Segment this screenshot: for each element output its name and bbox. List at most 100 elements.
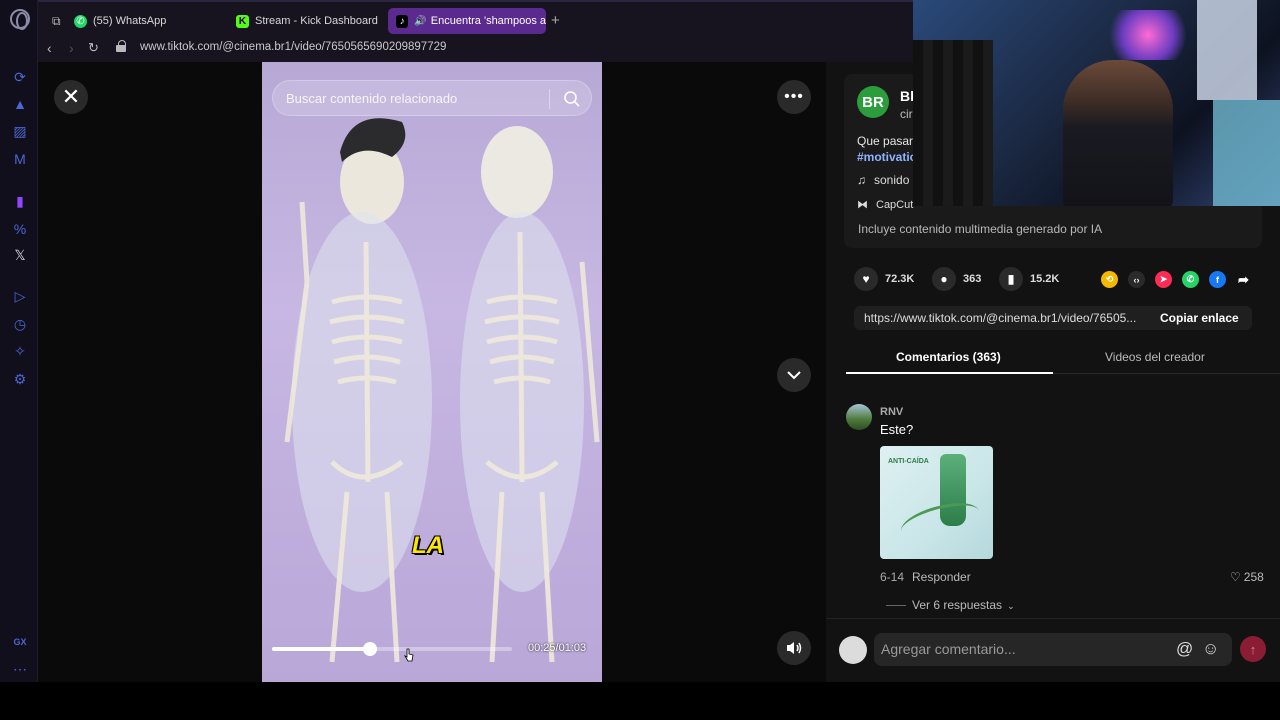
- heart-icon: ♥: [854, 267, 878, 291]
- user-avatar[interactable]: [839, 636, 867, 664]
- emoji-icon[interactable]: ☺: [1202, 639, 1219, 659]
- send-to-friends-icon[interactable]: ➤: [1155, 271, 1172, 288]
- chevron-down-icon: ⌄: [1007, 601, 1015, 611]
- music-link[interactable]: ♫ sonido: [857, 173, 909, 187]
- lock-icon: [116, 40, 126, 52]
- tab-label: Encuentra 'shampoos a: [430, 15, 546, 27]
- volume-button[interactable]: [777, 631, 811, 665]
- author-handle[interactable]: cir: [900, 107, 913, 121]
- browser-sidebar: ⟳ ▲ ▨ M ▮ % 𝕏 ▷ ◷ ✧ ⚙ GX ⋯: [0, 0, 38, 682]
- progress-fill: [272, 647, 371, 651]
- gx-tasks-icon[interactable]: ▨: [9, 120, 31, 142]
- kick-icon: K: [236, 14, 249, 28]
- gx-control-icon[interactable]: ⟳: [9, 66, 31, 88]
- volume-icon: [787, 642, 802, 654]
- tab-comments[interactable]: Comentarios (363): [896, 350, 1001, 364]
- active-tab-indicator: [846, 372, 1053, 374]
- new-tab-button[interactable]: +: [551, 12, 560, 29]
- streamer-image: [1063, 60, 1173, 206]
- url-field[interactable]: www.tiktok.com/@cinema.br1/video/7650565…: [140, 41, 446, 53]
- heart-outline-icon: ♡: [1230, 570, 1241, 584]
- settings-icon[interactable]: ⚙: [9, 368, 31, 390]
- arrow-up-icon: ↑: [1249, 641, 1257, 657]
- close-button[interactable]: ✕: [54, 80, 88, 114]
- capcut-label: CapCut: [876, 199, 914, 211]
- like-button[interactable]: ♥ 72.3K: [854, 267, 914, 291]
- player-icon[interactable]: ▷: [9, 285, 31, 307]
- author-name[interactable]: Bl: [900, 88, 914, 104]
- percent-icon[interactable]: %: [9, 218, 31, 240]
- panel-tabs: Comentarios (363) Videos del creador: [846, 342, 1280, 374]
- music-label: sonido: [874, 173, 910, 187]
- tab-creator-videos[interactable]: Videos del creador: [1105, 350, 1205, 364]
- video-link[interactable]: https://www.tiktok.com/@cinema.br1/video…: [864, 311, 1146, 325]
- speaker-icon: 🔊: [414, 15, 427, 27]
- bookmark-icon: ▮: [999, 267, 1023, 291]
- product-label: ANTI-CAÍDA: [888, 458, 929, 465]
- more-dots-icon[interactable]: ⋯: [9, 658, 31, 680]
- commenter-name[interactable]: RNV: [880, 406, 903, 418]
- like-count: 72.3K: [885, 273, 915, 285]
- comment-placeholder: Agregar comentario...: [881, 641, 1016, 657]
- capcut-link[interactable]: ⧓ CapCut: [857, 198, 913, 211]
- history-icon[interactable]: ◷: [9, 313, 31, 335]
- comment-button[interactable]: ● 363: [932, 267, 981, 291]
- comment-image[interactable]: ANTI-CAÍDA: [880, 446, 993, 559]
- author-avatar[interactable]: BR: [857, 86, 889, 118]
- comment-like-button[interactable]: ♡ 258: [1230, 570, 1264, 584]
- copy-link-button[interactable]: Copiar enlace: [1160, 311, 1239, 325]
- repost-icon[interactable]: ⟲: [1101, 271, 1118, 288]
- acoustic-foam-image: [913, 40, 993, 206]
- video-caption: LA: [412, 532, 444, 559]
- music-note-icon: ♫: [857, 173, 866, 187]
- tab-kick[interactable]: K Stream - Kick Dashboard: [228, 8, 386, 34]
- whatsapp-share-icon[interactable]: ✆: [1182, 271, 1199, 288]
- tab-tiktok[interactable]: ♪ 🔊 Encuentra 'shampoos a: [388, 8, 546, 34]
- search-icon[interactable]: [563, 90, 581, 108]
- progress-bar[interactable]: [272, 642, 512, 656]
- view-replies-button[interactable]: Ver 6 respuestas ⌄: [886, 598, 1015, 612]
- messenger-icon[interactable]: M: [9, 148, 31, 170]
- comment-input[interactable]: Agregar comentario... @ ☺: [874, 633, 1232, 666]
- extensions-icon[interactable]: ✧: [9, 340, 31, 362]
- tab-label: (55) WhatsApp: [93, 15, 167, 27]
- x-twitter-icon[interactable]: 𝕏: [9, 244, 31, 266]
- comment-icon: ●: [932, 267, 956, 291]
- share-arrow-icon[interactable]: ➦: [1235, 271, 1252, 288]
- address-bar: ‹ › ↻ www.tiktok.com/@cinema.br1/video/7…: [38, 37, 913, 62]
- comment-like-count: 258: [1243, 570, 1264, 584]
- chevron-down-icon: [787, 371, 801, 380]
- forward-icon[interactable]: ›: [69, 40, 74, 56]
- capcut-icon: ⧓: [857, 199, 868, 211]
- tab-overview-icon[interactable]: ⧉: [44, 8, 66, 34]
- hashtag-link[interactable]: #motivatio: [857, 150, 917, 164]
- tab-whatsapp[interactable]: ✆ (55) WhatsApp: [66, 8, 216, 34]
- reply-button[interactable]: Responder: [912, 570, 971, 584]
- reload-icon[interactable]: ↻: [88, 40, 99, 56]
- video-player[interactable]: Buscar contenido relacionado LA 00:25/01…: [262, 62, 602, 682]
- wall-poster-image: [1197, 0, 1257, 100]
- next-video-button[interactable]: [777, 358, 811, 392]
- more-options-button[interactable]: •••: [777, 80, 811, 114]
- facebook-share-icon[interactable]: f: [1209, 271, 1226, 288]
- save-button[interactable]: ▮ 15.2K: [999, 267, 1059, 291]
- gx-corner-icon[interactable]: ▲: [9, 93, 31, 115]
- ai-content-note: Incluye contenido multimedia generado po…: [858, 222, 1103, 236]
- post-comment-button[interactable]: ↑: [1240, 636, 1266, 662]
- twitch-icon[interactable]: ▮: [9, 190, 31, 212]
- comment-text: Este?: [880, 422, 914, 437]
- video-time: 00:25/01:03: [528, 642, 587, 654]
- comment-count: 363: [963, 273, 982, 285]
- whatsapp-icon: ✆: [74, 14, 87, 28]
- embed-icon[interactable]: ‹›: [1128, 271, 1145, 288]
- related-search-box[interactable]: Buscar contenido relacionado: [272, 80, 592, 116]
- post-description: Que pasar: [857, 134, 914, 148]
- wall-image: [1213, 100, 1280, 206]
- commenter-avatar[interactable]: [846, 404, 872, 430]
- back-icon[interactable]: ‹: [47, 40, 52, 56]
- mouse-cursor-icon: [404, 648, 414, 662]
- mention-icon[interactable]: @: [1176, 639, 1193, 659]
- opera-gx-logo-icon[interactable]: [10, 9, 30, 30]
- search-placeholder: Buscar contenido relacionado: [286, 91, 458, 106]
- view-replies-label: Ver 6 respuestas: [912, 598, 1003, 612]
